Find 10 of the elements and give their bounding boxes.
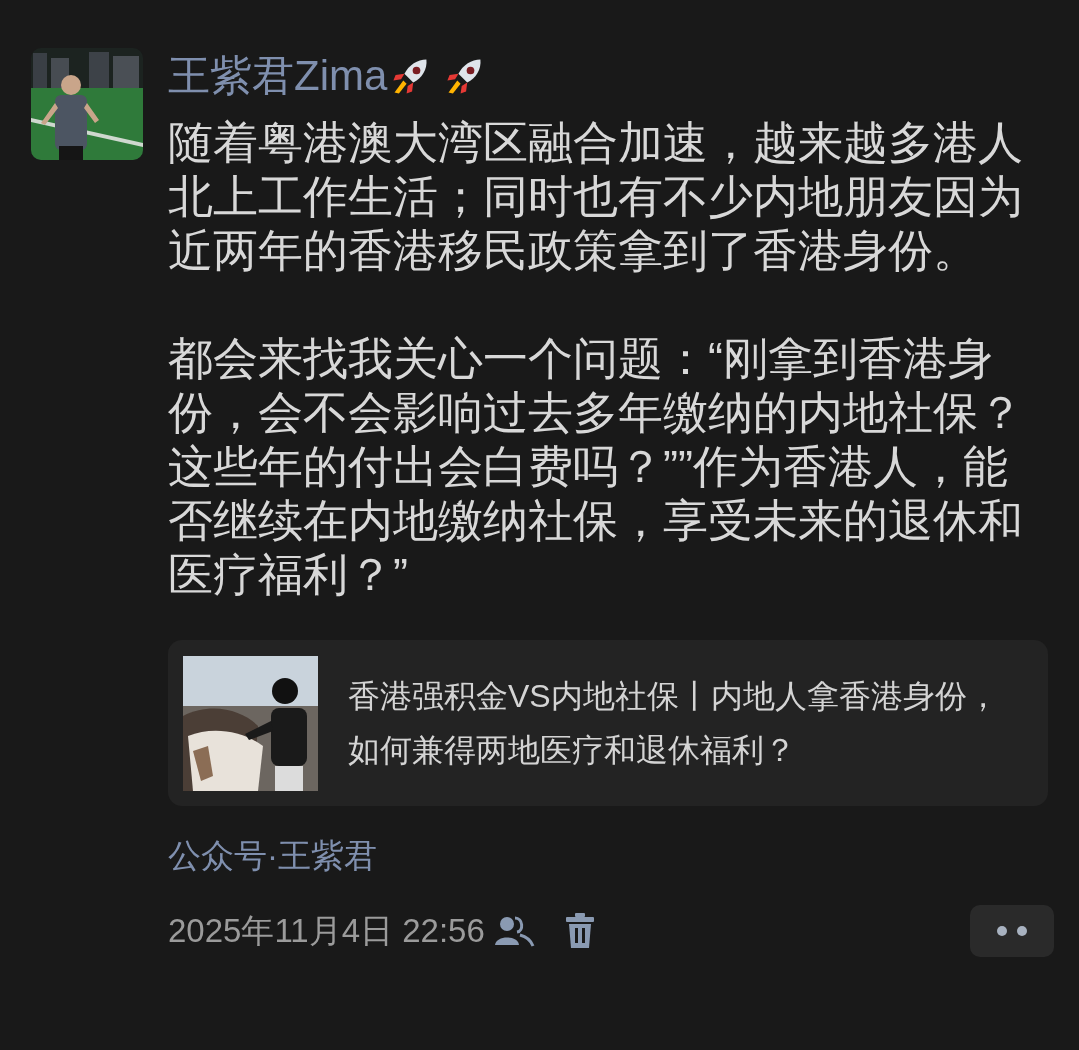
trash-icon[interactable] <box>564 912 595 950</box>
dots-icon <box>996 925 1028 937</box>
article-title: 香港强积金VS内地社保丨内地人拿香港身份，如何兼得两地医疗和退休福利？ <box>348 677 1000 770</box>
timestamp: 2025年11月4日 22:56 <box>168 911 485 952</box>
more-button[interactable] <box>970 905 1054 957</box>
link-card[interactable]: 香港强积金VS内地社保丨内地人拿香港身份，如何兼得两地医疗和退休福利？ <box>168 640 1048 806</box>
source-link[interactable]: 公众号·王紫君 <box>168 834 377 878</box>
author-name[interactable]: 王紫君Zima <box>168 50 388 102</box>
post-paragraph: 随着粤港澳大湾区融合加速，越来越多港人北上工作生活；同时也有不少内地朋友因为近两年的香港移民政策拿到了香港身份。 <box>168 116 1024 278</box>
post-paragraph: 都会来找我关心一个问题：“刚拿到香港身份，会不会影响过去多年缴纳的内地社保？这些年的付出会白费吗？””作为香港人，能否继续在内地缴纳社保，享受未来的退休和医疗福利？” <box>168 332 1024 602</box>
